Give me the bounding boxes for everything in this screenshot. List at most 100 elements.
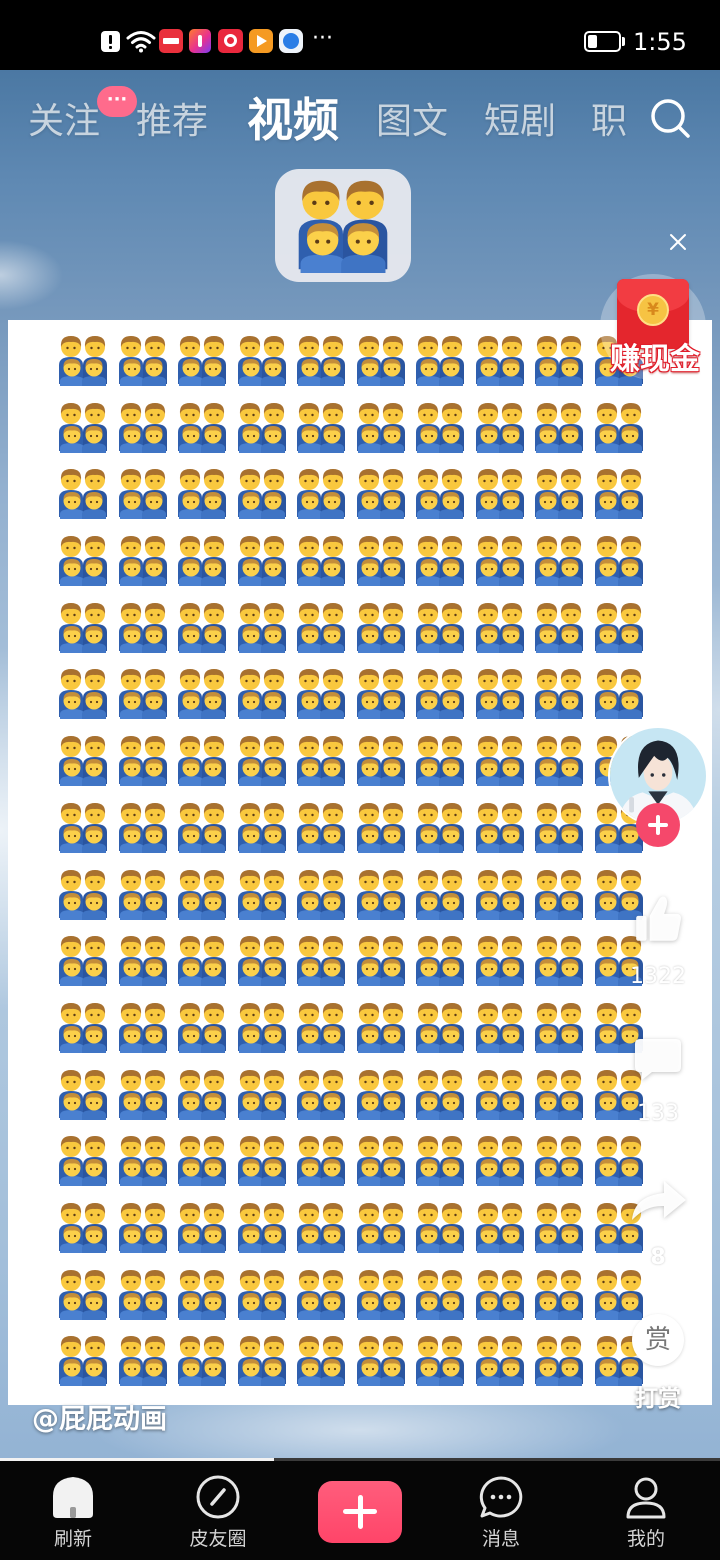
follow-plus-button[interactable] (636, 803, 680, 847)
wifi-icon (126, 31, 156, 53)
family-emoji-icon (56, 467, 110, 519)
follow-badge: ··· (97, 86, 137, 117)
orange-play-app-icon (249, 29, 273, 53)
family-emoji-icon (235, 334, 289, 386)
family-emoji-icon (116, 601, 170, 653)
family-emoji-icon (473, 734, 527, 786)
earn-cash-label[interactable]: 赚现金 (603, 342, 707, 378)
family-emoji-icon (473, 1268, 527, 1320)
family-emoji-icon (473, 1001, 527, 1053)
family-emoji-icon (592, 534, 646, 586)
family-emoji-icon (294, 334, 348, 386)
family-emoji-icon (175, 1201, 229, 1253)
family-emoji-icon (293, 177, 393, 273)
family-emoji-icon (413, 1001, 467, 1053)
thumbs-up-icon[interactable] (631, 891, 687, 947)
nav-refresh[interactable]: 刷新 (13, 1461, 133, 1560)
close-icon[interactable] (669, 233, 687, 251)
family-emoji-icon (413, 1068, 467, 1120)
family-emoji-icon (294, 1068, 348, 1120)
tab-job[interactable]: 职 (591, 100, 627, 144)
family-emoji-icon (56, 1268, 110, 1320)
family-emoji-icon (116, 801, 170, 853)
reward-button[interactable]: 赏 (632, 1314, 684, 1366)
family-emoji-icon (294, 601, 348, 653)
family-emoji-icon (413, 601, 467, 653)
family-emoji-icon (294, 667, 348, 719)
more-notifications-indicator: ··· (312, 26, 333, 51)
family-emoji-icon (532, 1334, 586, 1386)
video-header-tile (275, 169, 411, 282)
family-emoji-icon (294, 1201, 348, 1253)
family-emoji-icon (413, 801, 467, 853)
family-emoji-icon (473, 868, 527, 920)
family-emoji-icon (56, 534, 110, 586)
chat-icon (479, 1476, 523, 1518)
family-emoji-icon (56, 1134, 110, 1186)
family-emoji-icon (116, 667, 170, 719)
tab-video[interactable]: 视频 (247, 92, 339, 148)
nav-messages-label: 消息 (481, 1528, 520, 1550)
family-emoji-icon (175, 1334, 229, 1386)
family-emoji-icon (473, 467, 527, 519)
family-emoji-icon (116, 1001, 170, 1053)
family-emoji-icon (175, 1068, 229, 1120)
family-emoji-icon (354, 1334, 408, 1386)
family-emoji-icon (56, 1001, 110, 1053)
tab-image-text[interactable]: 图文 (376, 100, 448, 144)
family-emoji-icon (413, 1201, 467, 1253)
family-emoji-icon (175, 734, 229, 786)
family-emoji-icon (473, 334, 527, 386)
family-emoji-icon (294, 801, 348, 853)
family-emoji-icon (56, 801, 110, 853)
family-emoji-icon (175, 801, 229, 853)
tab-follow[interactable]: 关注 (28, 100, 100, 144)
tab-short-drama[interactable]: 短剧 (484, 100, 556, 144)
family-emoji-icon (175, 601, 229, 653)
family-emoji-icon (532, 401, 586, 453)
nav-me[interactable]: 我的 (586, 1461, 706, 1560)
nav-community[interactable]: 皮友圈 (158, 1461, 278, 1560)
family-emoji-icon (413, 1268, 467, 1320)
family-emoji-icon (294, 934, 348, 986)
family-emoji-icon (235, 1201, 289, 1253)
author-name[interactable]: @屁屁动画 (32, 1403, 167, 1437)
family-emoji-icon (532, 534, 586, 586)
reward-label: 打赏 (635, 1386, 681, 1412)
comment-icon[interactable] (632, 1033, 684, 1085)
family-emoji-icon (473, 667, 527, 719)
compass-icon (196, 1475, 240, 1519)
family-emoji-icon (56, 667, 110, 719)
family-emoji-icon (592, 601, 646, 653)
publish-button[interactable] (318, 1481, 402, 1543)
family-emoji-icon (532, 1268, 586, 1320)
family-emoji-icon (175, 334, 229, 386)
nav-me-label: 我的 (626, 1528, 665, 1550)
family-emoji-icon (413, 1134, 467, 1186)
tab-recommend[interactable]: 推荐 (136, 100, 208, 144)
blue-app-icon (279, 29, 303, 53)
family-emoji-icon (175, 401, 229, 453)
family-emoji-icon (116, 868, 170, 920)
family-emoji-icon (473, 1134, 527, 1186)
notification-alert-icon (101, 31, 120, 52)
family-emoji-icon (175, 534, 229, 586)
family-emoji-icon (413, 934, 467, 986)
family-emoji-icon (116, 734, 170, 786)
family-emoji-icon (116, 467, 170, 519)
family-emoji-icon (56, 1201, 110, 1253)
family-emoji-icon (56, 734, 110, 786)
family-emoji-icon (354, 601, 408, 653)
share-icon[interactable] (626, 1172, 690, 1226)
family-emoji-icon (235, 1001, 289, 1053)
family-emoji-icon (413, 667, 467, 719)
family-emoji-icon (56, 868, 110, 920)
family-emoji-icon (294, 1134, 348, 1186)
family-emoji-icon (235, 401, 289, 453)
family-emoji-icon (354, 667, 408, 719)
family-emoji-icon (354, 1001, 408, 1053)
search-icon[interactable] (648, 97, 692, 141)
family-emoji-icon (56, 334, 110, 386)
family-emoji-icon (294, 401, 348, 453)
nav-messages[interactable]: 消息 (441, 1461, 561, 1560)
